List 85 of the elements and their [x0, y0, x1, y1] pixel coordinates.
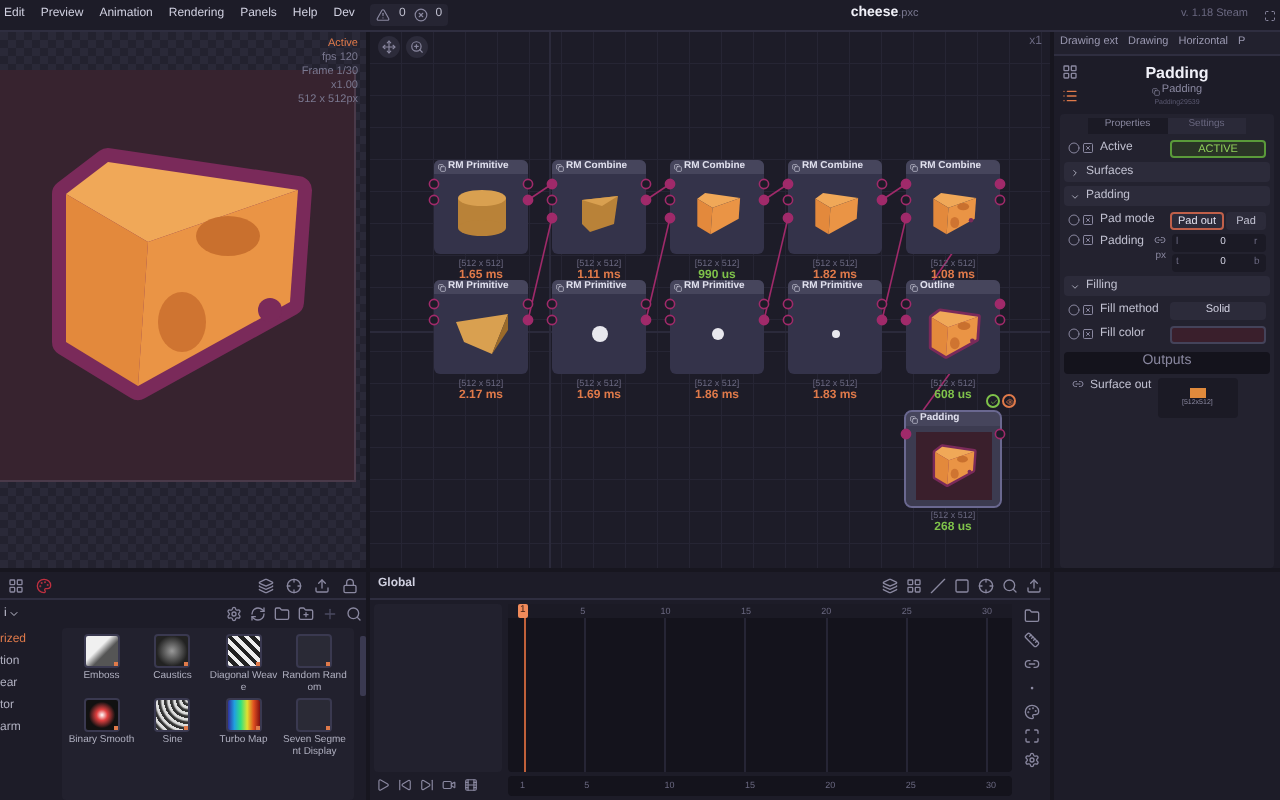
- link-icon[interactable]: [1072, 378, 1084, 390]
- caret-icon: [1070, 281, 1080, 291]
- circle-icon[interactable]: [1068, 142, 1080, 154]
- circle-icon[interactable]: [1068, 328, 1080, 340]
- side-tool-icon[interactable]: [1024, 704, 1040, 720]
- side-tool-icon[interactable]: [1024, 656, 1040, 672]
- toolbar-icon[interactable]: [1002, 577, 1018, 593]
- wedge-drawing: [577, 192, 621, 236]
- list-icon[interactable]: [1062, 88, 1078, 104]
- playback-icon[interactable]: [376, 777, 390, 791]
- sphere-drawing: [591, 326, 607, 342]
- folder-icon[interactable]: [274, 606, 290, 622]
- search-icon[interactable]: [346, 606, 362, 622]
- circle-icon[interactable]: [1068, 304, 1080, 316]
- lock-button[interactable]: [338, 573, 362, 597]
- node-icon: [438, 283, 446, 291]
- refresh-icon[interactable]: [250, 606, 266, 622]
- playback-icon[interactable]: [420, 777, 434, 791]
- circle-icon[interactable]: [1068, 214, 1080, 226]
- toolbar-icon[interactable]: [1026, 577, 1042, 593]
- thumbnail: [154, 698, 191, 732]
- cheese-drawing: [691, 190, 743, 238]
- node-icon: [910, 163, 918, 171]
- node-icon: [792, 283, 800, 291]
- wire: [645, 183, 671, 201]
- node-icon: [556, 283, 564, 291]
- thumbnail: [83, 634, 120, 668]
- thumbnail: [225, 634, 262, 668]
- side-tool-icon[interactable]: [1024, 632, 1040, 648]
- palette-button[interactable]: [32, 573, 56, 597]
- warning-icon[interactable]: [376, 8, 391, 22]
- wire: [881, 217, 907, 321]
- error-icon[interactable]: [413, 8, 428, 22]
- export-button[interactable]: [310, 573, 334, 597]
- caret-icon: [8, 608, 21, 620]
- side-tool-icon[interactable]: [1024, 752, 1040, 768]
- node-icon: [792, 163, 800, 171]
- node-icon: [438, 163, 446, 171]
- caret-icon: [1070, 191, 1080, 201]
- color-swatch[interactable]: [1170, 325, 1266, 343]
- playback-icon[interactable]: [442, 777, 456, 791]
- settings-icon[interactable]: [226, 606, 242, 622]
- circle-icon[interactable]: [1068, 234, 1080, 246]
- cheese-drawing: [809, 190, 861, 238]
- wire: [881, 183, 907, 201]
- cheese-drawing: [929, 444, 977, 488]
- add-icon[interactable]: [322, 606, 338, 622]
- wire: [645, 217, 671, 321]
- thumbnail: [296, 634, 333, 668]
- check-icon[interactable]: [986, 394, 1000, 408]
- thumbnail: [83, 698, 120, 732]
- grid-icon[interactable]: [1062, 64, 1078, 80]
- cheese-drawing: [925, 308, 981, 360]
- eye-icon[interactable]: [1002, 394, 1016, 408]
- node-icon: [674, 163, 682, 171]
- node-icon: [1151, 87, 1160, 95]
- link-icon[interactable]: [1154, 234, 1166, 246]
- toolbar-icon[interactable]: [882, 577, 898, 593]
- grid-button[interactable]: [4, 573, 28, 597]
- wire: [527, 217, 553, 321]
- toolbar-icon[interactable]: [978, 577, 994, 593]
- node-icon: [556, 163, 564, 171]
- layers-button[interactable]: [254, 573, 278, 597]
- side-tool-icon[interactable]: [1024, 728, 1040, 744]
- node-name: Padding: [1145, 64, 1209, 84]
- toolbar-icon[interactable]: [906, 577, 922, 593]
- sphere-drawing: [711, 328, 723, 340]
- thumbnail: [225, 698, 262, 732]
- prism-drawing: [451, 310, 511, 358]
- thumbnail: [296, 698, 333, 732]
- wire: [763, 183, 789, 201]
- playback-icon[interactable]: [398, 777, 412, 791]
- cheese-drawing: [927, 190, 979, 238]
- side-tool-icon[interactable]: [1024, 608, 1040, 624]
- node-icon: [910, 283, 918, 291]
- crosshair-button[interactable]: [282, 573, 306, 597]
- wire: [763, 217, 789, 321]
- node-icon: [910, 415, 918, 423]
- thumbnail: [154, 634, 191, 668]
- playback-icon[interactable]: [464, 777, 478, 791]
- wire: [527, 183, 553, 201]
- add-folder-icon[interactable]: [298, 606, 314, 622]
- node-icon: [674, 283, 682, 291]
- dot-drawing: [831, 330, 839, 338]
- caret-icon: [1070, 167, 1080, 177]
